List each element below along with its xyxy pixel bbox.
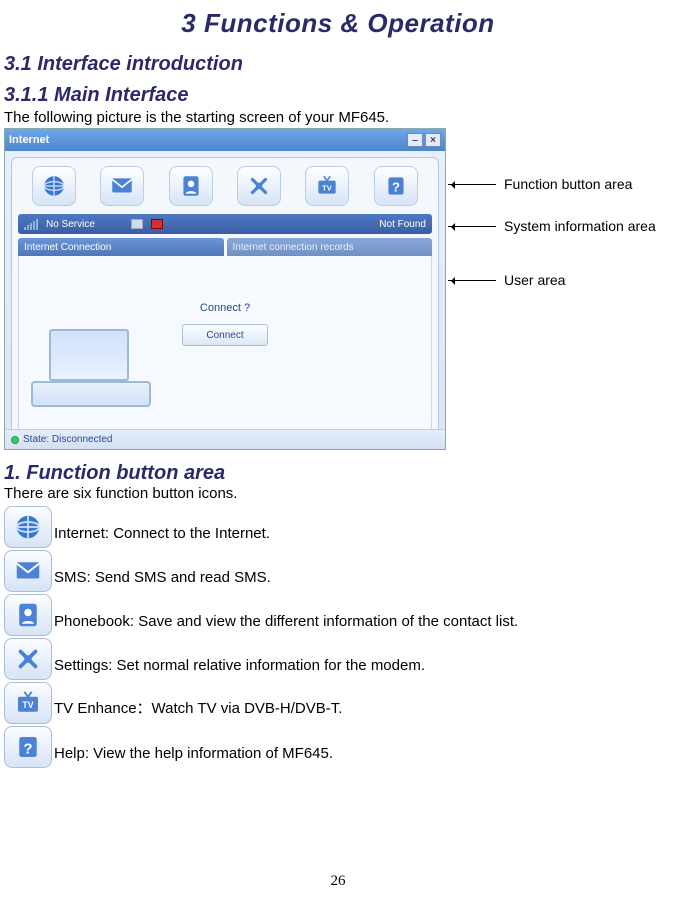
tab-bar: Internet Connection Internet connection … — [18, 238, 432, 256]
help-button[interactable]: ? — [374, 166, 418, 206]
function-text: TV Enhance：Watch TV via DVB-H/DVB-T. — [54, 697, 342, 724]
phonebook-icon — [4, 594, 52, 636]
function-item-internet: Internet: Connect to the Internet. — [4, 506, 672, 548]
minimize-icon[interactable]: – — [407, 133, 423, 147]
arrow-icon — [448, 280, 496, 281]
internet-button[interactable] — [32, 166, 76, 206]
label-function-area: Function button area — [504, 176, 632, 192]
state-label: State: Disconnected — [23, 434, 113, 445]
laptop-illustration — [31, 329, 151, 411]
section-title: 3.1 Interface introduction — [4, 53, 672, 76]
system-info-bar: No Service Not Found — [18, 214, 432, 234]
status-bar: State: Disconnected — [5, 429, 445, 449]
connect-button[interactable]: Connect — [182, 324, 268, 346]
no-service-label: No Service — [46, 219, 95, 230]
tv-icon: TV — [4, 682, 52, 724]
function-text: Settings: Set normal relative informatio… — [54, 657, 425, 680]
help-icon: ? — [4, 726, 52, 768]
window-title: Internet — [9, 134, 49, 146]
phonebook-button[interactable] — [169, 166, 213, 206]
function-intro: There are six function button icons. — [4, 485, 672, 502]
status-dot-icon — [11, 436, 19, 444]
status-indicator-icon — [151, 219, 163, 229]
function-item-help: ? Help: View the help information of MF6… — [4, 726, 672, 768]
svg-text:?: ? — [392, 179, 400, 194]
sim-icon — [131, 219, 143, 229]
sms-icon — [4, 550, 52, 592]
not-found-label: Not Found — [379, 219, 426, 230]
connect-prompt: Connect ? — [182, 302, 268, 314]
function-item-phonebook: Phonebook: Save and view the different i… — [4, 594, 672, 636]
function-item-sms: SMS: Send SMS and read SMS. — [4, 550, 672, 592]
page-number: 26 — [0, 873, 676, 890]
function-item-settings: Settings: Set normal relative informatio… — [4, 638, 672, 680]
chapter-title: 3 Functions & Operation — [4, 8, 672, 39]
user-area: Connect ? Connect — [18, 256, 432, 432]
tab-internet-connection[interactable]: Internet Connection — [18, 238, 224, 256]
svg-text:?: ? — [23, 740, 32, 757]
sms-button[interactable] — [100, 166, 144, 206]
function-text: Phonebook: Save and view the different i… — [54, 613, 518, 636]
signal-bars-icon — [24, 218, 38, 230]
function-button-area: TV ? — [16, 164, 434, 214]
internet-icon — [4, 506, 52, 548]
settings-icon — [4, 638, 52, 680]
function-item-tv: TV TV Enhance：Watch TV via DVB-H/DVB-T. — [4, 682, 672, 724]
close-icon[interactable]: × — [425, 133, 441, 147]
intro-text: The following picture is the starting sc… — [4, 109, 672, 126]
function-area-heading: 1. Function button area — [4, 462, 672, 485]
label-user-area: User area — [504, 272, 565, 288]
svg-text:TV: TV — [22, 700, 33, 710]
arrow-icon — [448, 226, 496, 227]
tv-button[interactable]: TV — [305, 166, 349, 206]
window-titlebar: Internet – × — [5, 129, 445, 151]
app-screenshot: Internet – × — [4, 128, 446, 450]
tab-connection-records[interactable]: Internet connection records — [227, 238, 433, 256]
function-text: Help: View the help information of MF645… — [54, 745, 333, 768]
subsection-title: 3.1.1 Main Interface — [4, 84, 672, 107]
settings-button[interactable] — [237, 166, 281, 206]
arrow-icon — [448, 184, 496, 185]
main-panel: TV ? No Service Not Found — [11, 157, 439, 443]
function-text: Internet: Connect to the Internet. — [54, 525, 270, 548]
label-system-info-area: System information area — [504, 218, 656, 234]
svg-text:TV: TV — [323, 183, 333, 192]
function-text: SMS: Send SMS and read SMS. — [54, 569, 271, 592]
